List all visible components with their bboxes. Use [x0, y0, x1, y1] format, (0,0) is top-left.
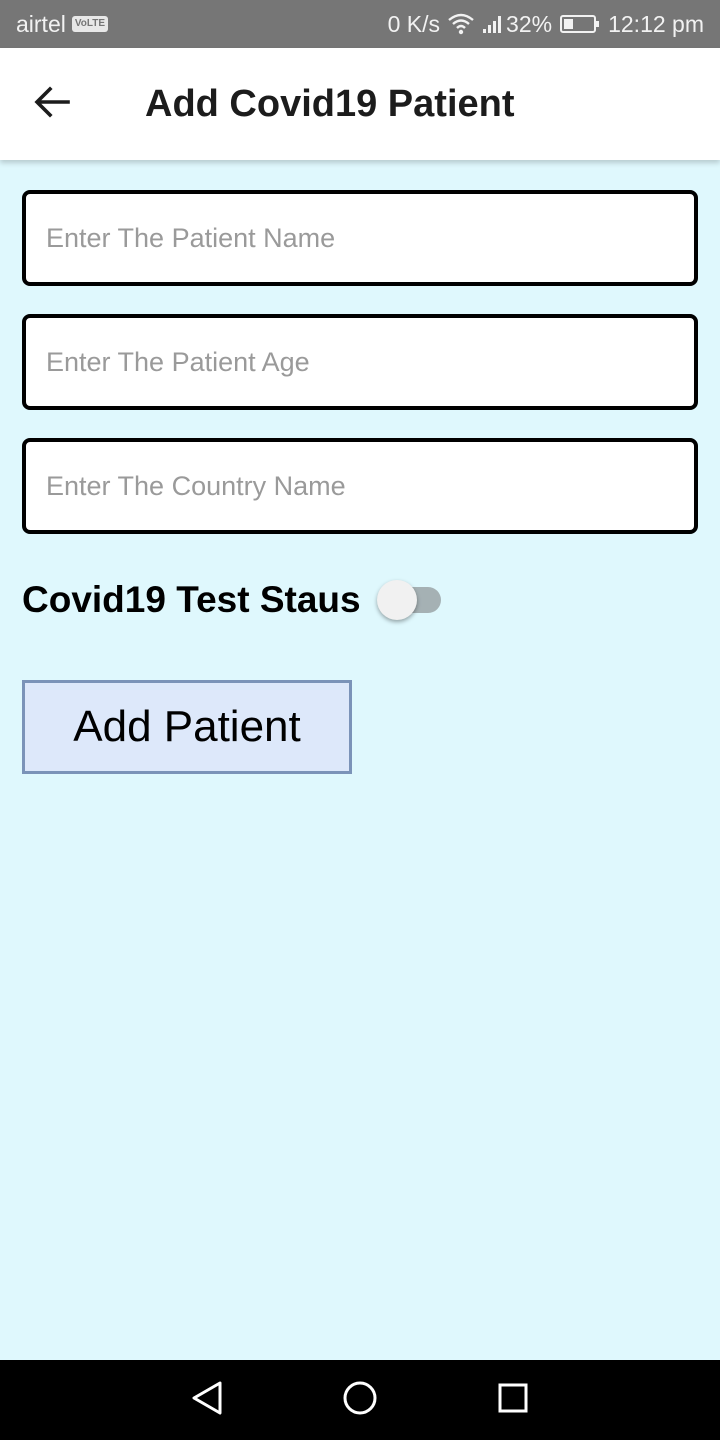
country-name-field-box [22, 438, 698, 534]
arrow-left-icon [34, 85, 70, 124]
home-circle-icon [342, 1380, 378, 1421]
signal-icon [482, 14, 504, 34]
recents-square-icon [497, 1382, 529, 1419]
nav-back-button[interactable] [177, 1370, 237, 1430]
status-right: 0 K/s 32% 12:12 pm [380, 11, 704, 38]
country-name-input[interactable] [26, 442, 694, 530]
back-button[interactable] [28, 84, 76, 124]
test-status-label: Covid19 Test Staus [22, 579, 361, 620]
network-speed: 0 K/s [387, 10, 441, 37]
nav-home-button[interactable] [330, 1370, 390, 1430]
nav-recents-button[interactable] [483, 1370, 543, 1430]
navigation-bar [0, 1360, 720, 1440]
patient-name-input[interactable] [26, 194, 694, 282]
clock: 12:12 pm [608, 10, 704, 37]
status-left: airtel VoLTE [16, 10, 109, 38]
page-title: Add Covid19 Patient [145, 82, 515, 125]
patient-name-field-box [22, 190, 698, 286]
battery-icon [560, 14, 600, 34]
back-triangle-icon [190, 1380, 224, 1421]
patient-age-input[interactable] [26, 318, 694, 406]
app-bar: Add Covid19 Patient [0, 48, 720, 160]
test-status-row: Covid19 Test Staus [22, 572, 445, 628]
carrier-name: airtel [16, 10, 66, 37]
volte-badge: VoLTE [71, 16, 109, 32]
test-status-switch[interactable] [376, 579, 445, 621]
switch-thumb [376, 580, 417, 620]
status-bar: airtel VoLTE 0 K/s 32% 12:12 pm [0, 0, 720, 48]
wifi-icon [448, 13, 474, 35]
add-patient-button[interactable]: Add Patient [22, 680, 352, 774]
patient-age-field-box [22, 314, 698, 410]
battery-percent: 32% [506, 10, 553, 37]
